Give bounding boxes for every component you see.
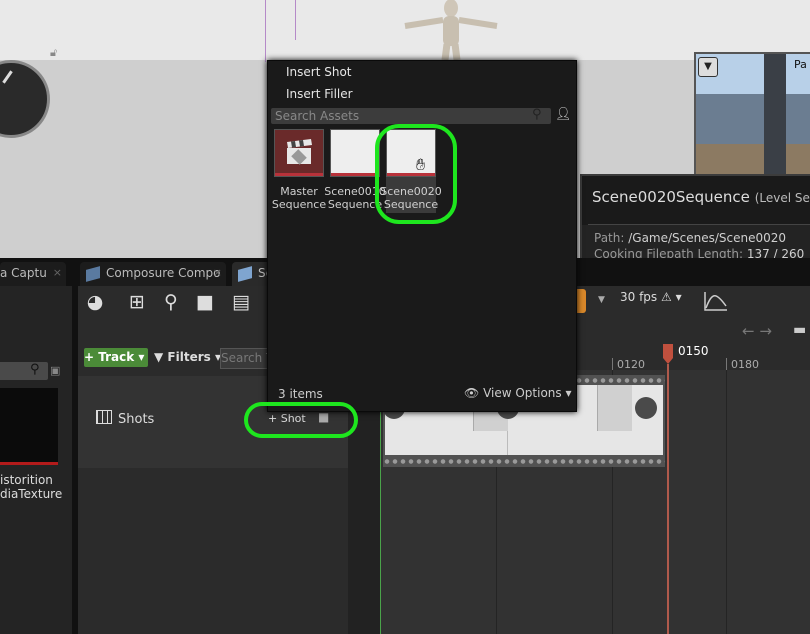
save-icon[interactable]: ▣ xyxy=(50,364,62,378)
world-icon[interactable]: ◕ xyxy=(82,289,108,315)
close-icon[interactable]: × xyxy=(213,262,222,284)
items-count: 3 items xyxy=(278,387,323,401)
clapperboard-icon xyxy=(287,139,312,165)
asset-tile-master-sequence[interactable]: Master Sequence xyxy=(272,129,326,213)
preview-ground xyxy=(696,144,810,176)
tooltip-title: Scene0020Sequence (Level Seque xyxy=(592,188,810,206)
menu-item-insert-shot[interactable]: Insert Shot xyxy=(286,65,352,79)
thumb-box xyxy=(597,385,632,431)
asset-name: Master Sequence xyxy=(268,185,330,211)
film-perforation xyxy=(383,457,665,466)
track-search-input[interactable]: Search T xyxy=(220,348,272,369)
composure-icon xyxy=(86,265,100,282)
add-actor-icon[interactable]: ⊞ xyxy=(124,289,150,315)
asset-search-input[interactable]: Search Assets xyxy=(271,108,551,124)
ruler-tick xyxy=(612,358,613,370)
tab-label: Composure Compo xyxy=(106,266,221,280)
preview-label: Pa xyxy=(794,58,807,71)
tab-capture[interactable]: a Captu × xyxy=(0,262,66,286)
ruler-tick-label: 0180 xyxy=(731,358,759,371)
eye-icon: 👁︎ xyxy=(464,386,480,400)
tooltip-asset-type: (Level Seque xyxy=(754,191,810,205)
grid-line xyxy=(726,370,727,634)
ruler-tick-label: 0120 xyxy=(617,358,645,371)
view-options-label: View Options xyxy=(483,386,562,400)
lock-icon[interactable]: 🔓︎ xyxy=(50,46,62,59)
highlight-shot-button xyxy=(244,402,358,438)
close-icon[interactable]: × xyxy=(53,262,62,284)
tooltip-path-label: Path: xyxy=(594,231,625,245)
playhead-line xyxy=(667,364,669,634)
fps-label: 30 fps xyxy=(620,290,658,304)
preview-dropdown-button[interactable]: ▼ xyxy=(698,57,718,77)
shots-track[interactable]: Shots xyxy=(96,410,154,427)
media-texture-preview xyxy=(0,388,58,465)
sequencer-icon xyxy=(238,265,252,282)
preview-pillar xyxy=(764,54,786,176)
folder-icon[interactable]: ▬ xyxy=(793,322,806,338)
view-options-button[interactable]: 👁︎ View Options ▾ xyxy=(464,386,572,400)
chevron-down-icon[interactable]: ▼ xyxy=(598,295,605,305)
menu-item-insert-filler[interactable]: Insert Filler xyxy=(286,87,353,101)
highlight-scene0020 xyxy=(375,124,457,224)
asset-thumbnail xyxy=(274,129,324,177)
mannequin-figure xyxy=(404,0,498,60)
tooltip-divider xyxy=(588,224,810,225)
shots-label: Shots xyxy=(118,412,155,427)
tab-composure[interactable]: Composure Compo × xyxy=(80,262,226,286)
search-icon: ⚲ xyxy=(532,107,542,122)
insert-shot-menu: Insert Shot Insert Filler Search Assets … xyxy=(267,60,577,412)
viewport-bounds-line xyxy=(265,0,266,62)
search-icon[interactable]: ⚲ xyxy=(158,289,184,315)
clapperboard-icon[interactable]: ▤ xyxy=(228,289,254,315)
asset-type-band xyxy=(331,173,379,176)
left-item-label: diaTexture xyxy=(0,487,63,501)
asset-thumbnail xyxy=(330,129,380,177)
asset-type-band xyxy=(275,173,323,176)
curve-editor-icon[interactable] xyxy=(702,288,730,314)
navigation-arrows[interactable]: ← → xyxy=(742,322,772,340)
tab-sequencer[interactable]: Se xyxy=(232,262,272,286)
viewport-bounds-line xyxy=(295,0,296,40)
asset-name-line2: Sequence xyxy=(327,198,383,211)
left-item-label: istorition xyxy=(0,473,53,487)
preview-building xyxy=(696,94,810,144)
shots-icon xyxy=(96,410,112,424)
tooltip-path-value: /Game/Scenes/Scene0020 xyxy=(628,231,787,245)
fps-selector[interactable]: 30 fps ⚠ ▾ xyxy=(620,290,682,304)
playhead-frame: 0150 xyxy=(678,344,709,358)
filters-button[interactable]: ▼ Filters ▾ xyxy=(154,348,221,367)
camera-preview: ▼ Pa xyxy=(694,52,810,178)
user-icon[interactable]: 👤︎ xyxy=(555,107,572,123)
ruler-tick xyxy=(726,358,727,370)
add-track-button[interactable]: + Track ▾ xyxy=(84,348,148,367)
tooltip-asset-name: Scene0020Sequence xyxy=(592,188,750,206)
camera-icon[interactable]: ■ xyxy=(192,289,218,315)
tooltip-path: Path: /Game/Scenes/Scene0020 xyxy=(594,231,786,245)
asset-name-line2: Sequence xyxy=(271,198,327,211)
asset-name-line1: Master xyxy=(280,185,318,198)
asset-tile-scene0010[interactable]: Scene0010 Sequence xyxy=(324,129,386,213)
tab-label: a Captu xyxy=(0,266,47,280)
search-icon: ⚲ xyxy=(30,362,40,377)
thumb-object xyxy=(635,397,657,419)
